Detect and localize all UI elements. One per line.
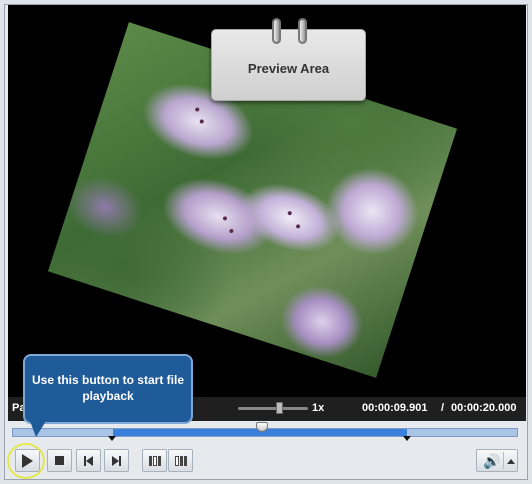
photo-detail: [295, 223, 301, 229]
play-button-highlight: [7, 443, 45, 479]
binder-ring-icon: [272, 18, 281, 44]
total-time: 00:00:20.000: [451, 402, 517, 414]
previous-frame-icon: [84, 455, 93, 466]
selection-start-marker[interactable]: [108, 436, 116, 441]
speed-slider-track[interactable]: [238, 407, 308, 410]
stop-button[interactable]: [47, 449, 72, 472]
volume-icon: 🔊: [483, 453, 501, 469]
preview-area-callout: Preview Area: [211, 18, 366, 101]
chevron-up-icon[interactable]: [507, 459, 515, 464]
next-frame-icon: [112, 455, 121, 466]
tooltip-pointer: [30, 421, 46, 437]
selection-end-marker[interactable]: [403, 436, 411, 441]
volume-button[interactable]: 🔊: [476, 449, 518, 472]
time-separator: /: [441, 402, 445, 414]
split-button[interactable]: [142, 449, 167, 472]
trim-icon: [174, 455, 187, 466]
photo-detail: [287, 210, 293, 216]
photo-detail: [194, 106, 200, 113]
speed-value: 1x: [312, 402, 325, 414]
current-time: 00:00:09.901: [362, 402, 428, 414]
preview-area-callout-label: Preview Area: [247, 61, 330, 76]
trim-button[interactable]: [168, 449, 193, 472]
play-button-tooltip: Use this button to start file playback: [23, 354, 193, 424]
binder-ring-icon: [298, 18, 307, 44]
photo-detail: [199, 118, 205, 125]
speed-slider-thumb[interactable]: [276, 402, 283, 414]
stop-icon: [55, 456, 64, 465]
photo-detail: [228, 228, 234, 234]
volume-divider: [503, 452, 504, 469]
previous-frame-button[interactable]: [76, 449, 101, 472]
video-player-window: Preview Area Pa 1x 00:00:09.901 / 00:00:…: [0, 0, 532, 484]
photo-detail: [222, 215, 228, 221]
next-frame-button[interactable]: [104, 449, 129, 472]
split-icon: [148, 455, 161, 466]
